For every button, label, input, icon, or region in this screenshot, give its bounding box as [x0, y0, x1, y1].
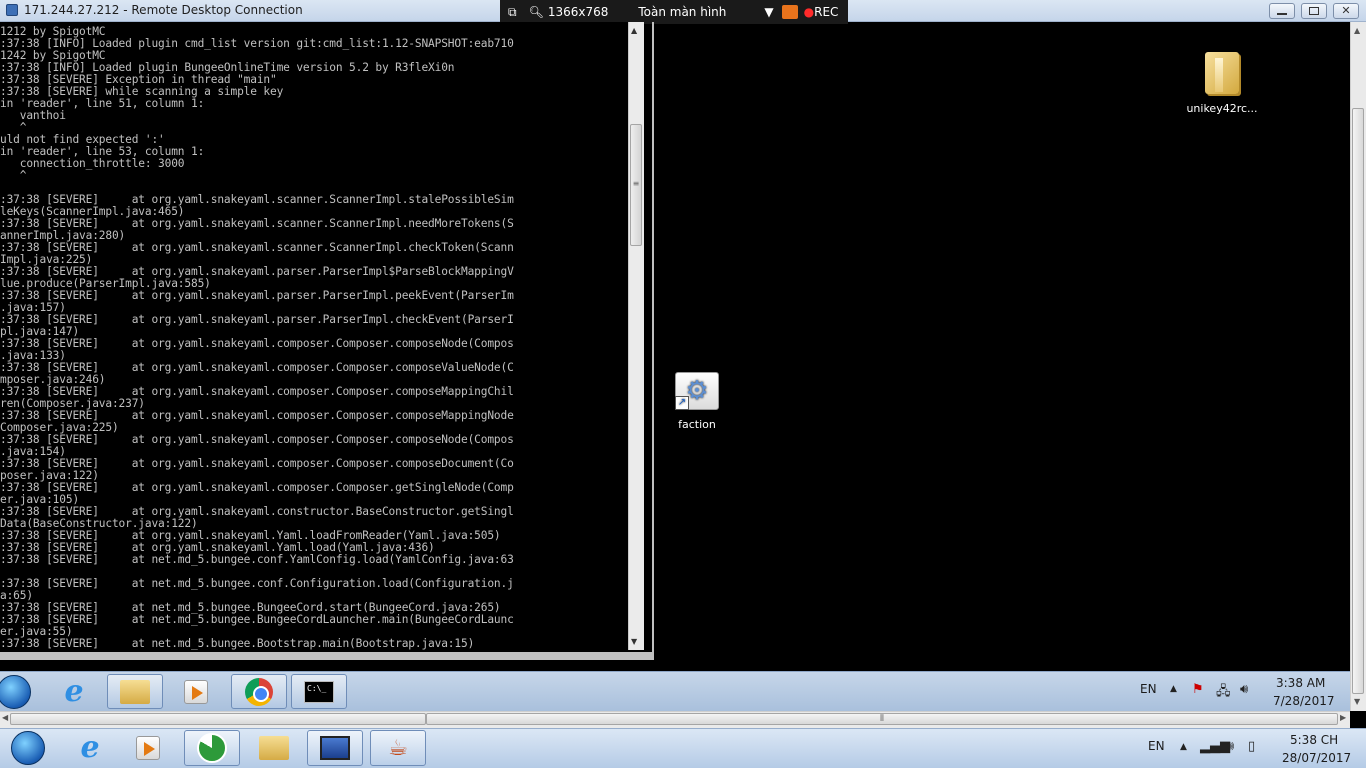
window-restore-icon[interactable]: ⧉ [508, 5, 517, 20]
console-scroll-thumb[interactable]: ≡ [630, 124, 642, 246]
volume-icon[interactable]: 🔊︎ [1240, 682, 1248, 697]
remote-start-button[interactable] [0, 674, 34, 709]
remote-taskbar-media[interactable] [172, 674, 220, 709]
tray-expand-icon[interactable]: ▲ [1180, 742, 1187, 752]
internet-explorer-icon: e [64, 673, 84, 709]
console-line: :37:38 [SEVERE] at org.yaml.snakeyaml.co… [0, 433, 514, 446]
scroll-up-icon[interactable]: ▲ [1354, 26, 1360, 35]
zip-folder-icon [1205, 52, 1239, 94]
remote-clock-date[interactable]: 7/28/2017 [1273, 694, 1335, 708]
close-button[interactable]: ✕ [1333, 3, 1359, 19]
windows-logo-icon [11, 731, 45, 765]
remote-horizontal-thumb-left[interactable] [10, 713, 426, 725]
desktop-icon-label: unikey42rc... [1186, 102, 1258, 115]
local-start-button[interactable] [8, 730, 48, 766]
remote-horizontal-thumb[interactable]: ⦀ [426, 713, 1338, 725]
gear-icon: ⚙ ↗ [675, 372, 719, 410]
console-output: 1212 by SpigotMC :37:38 [INFO] Loaded pl… [0, 22, 628, 650]
local-taskbar-ie[interactable]: e [66, 730, 114, 766]
flag-icon[interactable]: ⚑ [1192, 682, 1204, 697]
local-taskbar-app[interactable] [184, 730, 240, 766]
media-player-icon [136, 736, 160, 760]
battery-icon[interactable]: ▯ [1248, 739, 1255, 754]
scroll-right-icon[interactable]: ▶ [1340, 713, 1346, 722]
remote-taskbar-ie[interactable]: e [50, 674, 98, 709]
console-line: ^ [0, 169, 27, 182]
console-scrollbar[interactable] [628, 22, 644, 650]
console-line: :37:38 [SEVERE] at org.yaml.snakeyaml.pa… [0, 289, 514, 302]
minimize-button[interactable] [1269, 3, 1295, 19]
chevron-down-icon[interactable]: ▼ [764, 5, 773, 19]
media-player-icon [184, 679, 208, 704]
remote-desktop-icon [6, 4, 18, 16]
shortcut-arrow-icon: ↗ [675, 396, 689, 410]
rdp-title: 171.244.27.212 - Remote Desktop Connecti… [6, 3, 303, 17]
console-line: :37:38 [SEVERE] at net.md_5.bungee.Bunge… [0, 613, 514, 626]
remote-taskbar-chrome[interactable] [231, 674, 287, 709]
local-taskbar-java[interactable]: ☕︎ [370, 730, 426, 766]
console-line: :37:38 [SEVERE] at org.yaml.snakeyaml.co… [0, 337, 514, 350]
folder-icon [120, 679, 150, 704]
desktop-icon-unikey[interactable]: unikey42rc... [1186, 52, 1258, 115]
rdp-title-text: 171.244.27.212 - Remote Desktop Connecti… [24, 3, 303, 17]
windows-logo-icon [0, 674, 31, 709]
command-prompt-icon: C:\_ [304, 680, 334, 703]
desktop-icon-faction[interactable]: ⚙ ↗ faction [670, 372, 724, 431]
local-taskbar-explorer[interactable] [250, 730, 298, 766]
java-icon: ☕︎ [388, 735, 408, 761]
app-icon [197, 733, 227, 763]
desktop-icon-label: faction [678, 418, 716, 431]
remote-language-indicator[interactable]: EN [1140, 682, 1157, 696]
remote-taskbar-explorer[interactable] [107, 674, 163, 709]
scroll-down-icon[interactable]: ▼ [631, 637, 637, 646]
record-dot-icon: ● [803, 5, 815, 19]
internet-explorer-icon: e [80, 730, 100, 765]
scroll-down-icon[interactable]: ▼ [1354, 697, 1360, 706]
search-icon[interactable]: 🔍︎ [529, 5, 544, 19]
folder-icon [259, 736, 289, 760]
resolution-label: 1366x768 [547, 5, 609, 19]
console-line: :37:38 [SEVERE] at net.md_5.bungee.conf.… [0, 577, 514, 590]
chrome-icon [245, 677, 273, 706]
local-taskbar-media[interactable] [124, 730, 172, 766]
remote-desktop-icon [320, 736, 350, 760]
scroll-left-icon[interactable]: ◀ [2, 713, 8, 722]
console-line: :37:38 [SEVERE] at net.md_5.bungee.conf.… [0, 553, 514, 566]
recorder-toolbar: ⧉ 🔍︎ 1366x768 Toàn màn hình ▼ ● REC [500, 0, 848, 24]
local-clock-time[interactable]: 5:38 CH [1290, 733, 1338, 747]
console-window[interactable]: 1212 by SpigotMC :37:38 [INFO] Loaded pl… [0, 22, 628, 650]
remote-vertical-thumb[interactable] [1352, 108, 1364, 694]
network-icon[interactable]: 🖧︎ [1216, 682, 1231, 704]
camera-icon[interactable] [781, 5, 798, 19]
remote-clock-time[interactable]: 3:38 AM [1276, 676, 1325, 690]
local-taskbar-remote-desktop[interactable] [307, 730, 363, 766]
scroll-up-icon[interactable]: ▲ [631, 26, 637, 35]
volume-icon[interactable]: 🔊︎ [1226, 739, 1234, 754]
local-language-indicator[interactable]: EN [1148, 739, 1165, 753]
local-clock-date[interactable]: 28/07/2017 [1282, 751, 1351, 765]
tray-expand-icon[interactable]: ▲ [1170, 684, 1177, 694]
mode-label[interactable]: Toàn màn hình [638, 5, 726, 19]
remote-taskbar-cmd[interactable]: C:\_ [291, 674, 347, 709]
restore-button[interactable] [1301, 3, 1327, 19]
console-line: :37:38 [SEVERE] at net.md_5.bungee.Boots… [0, 637, 475, 650]
rec-label[interactable]: REC [814, 5, 838, 19]
console-line: connection_throttle: 3000 [0, 157, 185, 170]
